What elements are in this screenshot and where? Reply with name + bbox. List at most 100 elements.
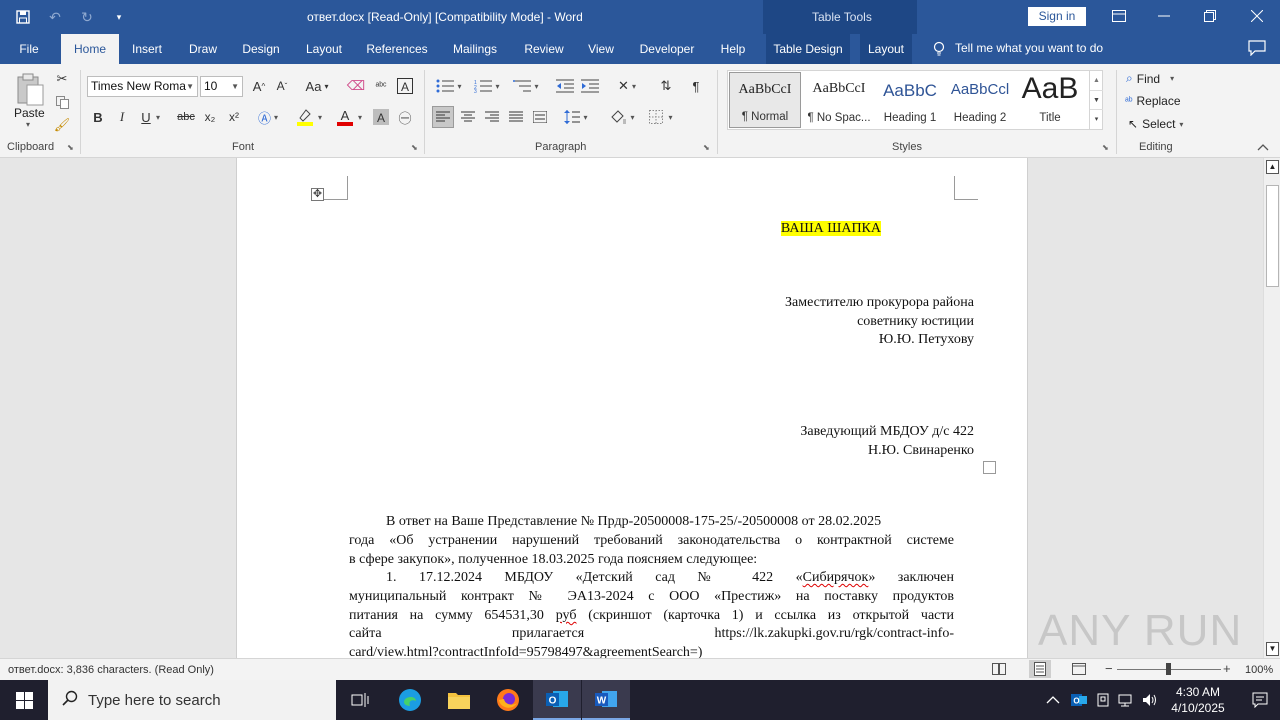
enclose-characters-icon[interactable]: ㊀: [396, 106, 414, 128]
zoom-slider-thumb[interactable]: [1166, 663, 1171, 675]
firefox-icon[interactable]: [484, 680, 532, 720]
file-explorer-icon[interactable]: [435, 680, 483, 720]
gallery-more-icon[interactable]: ▾: [1090, 109, 1103, 128]
align-center-icon[interactable]: [457, 106, 479, 128]
justify-icon[interactable]: [505, 106, 527, 128]
style-normal[interactable]: AaBbCcI ¶ Normal: [729, 72, 801, 128]
change-case-button[interactable]: Aa ▾: [300, 75, 334, 97]
collapse-ribbon-icon[interactable]: [1257, 140, 1269, 154]
ribbon-display-options-icon[interactable]: [1106, 4, 1132, 28]
style-title[interactable]: AaB Title: [1014, 72, 1086, 128]
line-spacing-icon[interactable]: ▾: [560, 106, 592, 128]
network-icon[interactable]: [1118, 680, 1134, 720]
minimize-icon[interactable]: [1151, 4, 1177, 28]
borders-icon[interactable]: ▾: [644, 106, 678, 128]
windows-start-icon[interactable]: [0, 680, 48, 720]
subscript-button[interactable]: x₂: [200, 106, 220, 128]
outlook-icon[interactable]: O: [533, 680, 581, 720]
styles-launcher-icon[interactable]: ⬊: [1102, 143, 1109, 152]
spelling-error[interactable]: Сибирячок: [803, 570, 869, 585]
superscript-button[interactable]: x²: [224, 106, 244, 128]
copy-icon[interactable]: [52, 91, 72, 113]
style-heading-2[interactable]: AaBbCcl Heading 2: [944, 72, 1016, 128]
phonetic-guide-icon[interactable]: ᵃᵇᶜ: [370, 75, 392, 97]
tab-review[interactable]: Review: [518, 34, 570, 64]
tab-file[interactable]: File: [8, 34, 50, 64]
font-color-icon[interactable]: A ▾: [332, 106, 366, 128]
style-no-spacing[interactable]: AaBbCcI ¶ No Spac...: [803, 72, 875, 128]
paste-dropdown-icon[interactable]: ▾: [26, 120, 30, 129]
show-hidden-icons-icon[interactable]: [1046, 680, 1060, 720]
tab-draw[interactable]: Draw: [180, 34, 226, 64]
align-left-icon[interactable]: [432, 106, 454, 128]
tell-me-box[interactable]: Tell me what you want to do: [933, 41, 1103, 60]
web-layout-icon[interactable]: [1072, 663, 1086, 678]
tab-table-layout[interactable]: Layout: [860, 34, 912, 64]
sort-icon[interactable]: ⇅: [656, 75, 676, 97]
device-tray-icon[interactable]: [1096, 680, 1110, 720]
tab-view[interactable]: View: [582, 34, 620, 64]
taskbar-search-box[interactable]: Type here to search: [48, 680, 336, 720]
save-icon[interactable]: [12, 6, 34, 28]
find-button[interactable]: ⌕ Find ▾: [1126, 71, 1174, 86]
spelling-error[interactable]: руб: [556, 608, 577, 623]
font-launcher-icon[interactable]: ⬊: [411, 143, 418, 152]
multilevel-list-icon[interactable]: ▾: [510, 75, 542, 97]
tab-developer[interactable]: Developer: [632, 34, 702, 64]
show-formatting-marks-icon[interactable]: ¶: [686, 75, 706, 97]
scroll-down-icon[interactable]: ▼: [1266, 642, 1279, 656]
zoom-level[interactable]: 100%: [1245, 664, 1273, 676]
asian-layout-icon[interactable]: ✕ ▾: [612, 75, 642, 97]
read-mode-icon[interactable]: [992, 663, 1006, 678]
zoom-out-icon[interactable]: −: [1105, 661, 1113, 676]
print-layout-icon[interactable]: [1029, 660, 1051, 678]
tab-home[interactable]: Home: [61, 34, 119, 64]
tab-mailings[interactable]: Mailings: [444, 34, 506, 64]
decrease-indent-icon[interactable]: [555, 75, 575, 97]
tab-insert[interactable]: Insert: [124, 34, 170, 64]
document-page[interactable]: ✥ ВАША ШАПКА Заместителю прокурора район…: [236, 158, 1028, 658]
tab-design[interactable]: Design: [236, 34, 286, 64]
scroll-up-icon[interactable]: ▲: [1266, 160, 1279, 174]
italic-button[interactable]: I: [114, 106, 130, 128]
clipboard-launcher-icon[interactable]: ⬊: [67, 143, 74, 152]
tab-help[interactable]: Help: [714, 34, 752, 64]
strikethrough-button[interactable]: abc: [174, 106, 198, 128]
word-icon[interactable]: W: [582, 680, 630, 720]
sign-in-button[interactable]: Sign in: [1028, 7, 1086, 26]
task-view-icon[interactable]: [336, 680, 384, 720]
replace-button[interactable]: ᵃᵇ Replace: [1125, 94, 1181, 108]
tab-references[interactable]: References: [362, 34, 432, 64]
grow-font-icon[interactable]: A ^: [250, 75, 268, 97]
clear-formatting-icon[interactable]: ⌫: [346, 75, 366, 97]
highlight-color-icon[interactable]: ▾: [292, 106, 326, 128]
numbering-icon[interactable]: 123 ▾: [472, 75, 502, 97]
character-shading-icon[interactable]: A: [372, 106, 390, 128]
close-icon[interactable]: [1244, 4, 1270, 28]
bold-button[interactable]: B: [90, 106, 106, 128]
edge-browser-icon[interactable]: [386, 680, 434, 720]
notifications-icon[interactable]: [1252, 680, 1268, 720]
table-move-handle-icon[interactable]: ✥: [311, 188, 324, 201]
paragraph-launcher-icon[interactable]: ⬊: [703, 143, 710, 152]
style-heading-1[interactable]: AaBbC Heading 1: [874, 72, 946, 128]
tab-table-design[interactable]: Table Design: [766, 34, 850, 64]
shrink-font-icon[interactable]: Aˇ: [273, 75, 291, 97]
scroll-thumb[interactable]: [1266, 185, 1279, 287]
shading-icon[interactable]: ▾: [605, 106, 639, 128]
comments-icon[interactable]: [1248, 40, 1266, 59]
bullets-icon[interactable]: ▾: [434, 75, 464, 97]
paste-icon[interactable]: [12, 70, 48, 110]
tab-layout[interactable]: Layout: [298, 34, 350, 64]
underline-dropdown-icon[interactable]: ▾: [156, 113, 160, 122]
customize-qat-icon[interactable]: ▾: [108, 6, 130, 28]
underline-button[interactable]: U: [138, 106, 154, 128]
character-border-icon[interactable]: A: [396, 75, 414, 97]
align-right-icon[interactable]: [481, 106, 503, 128]
distributed-icon[interactable]: [529, 106, 551, 128]
gallery-up-icon[interactable]: ▲: [1090, 71, 1103, 90]
gallery-down-icon[interactable]: ▼: [1090, 90, 1103, 109]
cut-icon[interactable]: ✂: [52, 68, 72, 90]
clock[interactable]: 4:30 AM 4/10/2025: [1162, 684, 1234, 716]
select-button[interactable]: ↖ Select ▾: [1128, 117, 1183, 131]
